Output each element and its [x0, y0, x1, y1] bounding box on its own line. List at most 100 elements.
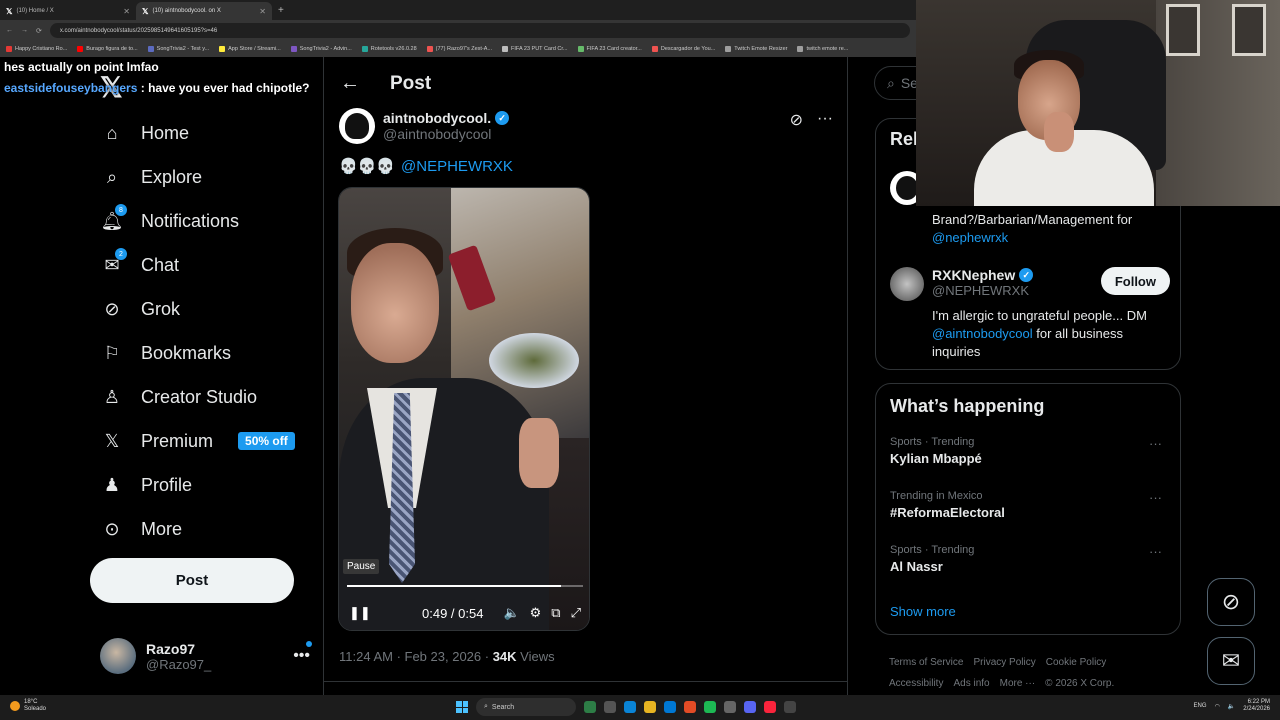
- post-emoji: 💀💀💀: [339, 158, 396, 175]
- bookmark-item[interactable]: Descargador de You...: [651, 46, 715, 52]
- nav-item-premium[interactable]: 𝕏 Premium 50% off: [100, 426, 295, 456]
- clock[interactable]: 6:22 PM 2/24/2026: [1243, 699, 1270, 713]
- show-more-link[interactable]: Show more: [890, 604, 956, 619]
- nav-item-explore[interactable]: ⌕ Explore: [100, 162, 202, 192]
- bookmark-icon: [797, 46, 804, 52]
- trend-item[interactable]: Sports · Trending Kylian Mbappé ···: [890, 436, 1170, 466]
- pause-icon[interactable]: ❚❚: [349, 605, 371, 621]
- trend-item[interactable]: Sports · Trending Al Nassr ···: [890, 544, 1170, 574]
- volume-icon[interactable]: 🔈: [503, 605, 519, 621]
- pip-icon[interactable]: ⧉: [551, 605, 560, 621]
- trend-name: #ReformaElectoral: [890, 505, 1005, 520]
- weather-widget[interactable]: 18°C Soleado: [10, 699, 46, 713]
- footer-link[interactable]: More ···: [1000, 678, 1036, 689]
- author-name[interactable]: aintnobodycool.: [383, 110, 491, 126]
- volume-icon[interactable]: 🔈: [1228, 703, 1235, 710]
- footer-link[interactable]: Terms of Service: [889, 657, 963, 668]
- app-icon[interactable]: [584, 701, 596, 713]
- wifi-icon[interactable]: ◠: [1215, 703, 1220, 710]
- author-handle[interactable]: @aintnobodycool: [383, 126, 509, 142]
- more-dots-icon[interactable]: ···: [1149, 490, 1162, 505]
- footer-link[interactable]: Ads info: [953, 678, 989, 689]
- card-title: Rel: [890, 129, 919, 149]
- bookmark-item[interactable]: SongTrivia2 - Advin...: [290, 46, 352, 52]
- post-author[interactable]: aintnobodycool. ✓ @aintnobodycool: [339, 108, 510, 144]
- mention-link[interactable]: @aintnobodycool: [932, 326, 1033, 341]
- task-view-icon[interactable]: [604, 701, 616, 713]
- obs-icon[interactable]: [724, 701, 736, 713]
- trend-item[interactable]: Trending in Mexico #ReformaElectoral ···: [890, 490, 1170, 520]
- nav-item-grok[interactable]: ⊘ Grok: [100, 294, 180, 324]
- messages-fab-button[interactable]: ✉: [1207, 637, 1255, 685]
- avatar[interactable]: [890, 267, 924, 301]
- footer-link[interactable]: Privacy Policy: [973, 657, 1035, 668]
- grok-icon[interactable]: ⊘: [790, 110, 803, 130]
- chrome-icon[interactable]: [684, 701, 696, 713]
- new-tab-icon[interactable]: +: [272, 5, 290, 16]
- bookmark-item[interactable]: Burago figura de to...: [77, 46, 138, 52]
- post-button[interactable]: Post: [90, 558, 294, 603]
- footer-link[interactable]: Cookie Policy: [1046, 657, 1107, 668]
- nav-item-notifications[interactable]: 🔔︎ 8 Notifications: [100, 204, 239, 236]
- more-dots-icon[interactable]: ···: [1149, 544, 1162, 559]
- folder-icon[interactable]: [644, 701, 656, 713]
- reload-icon[interactable]: ⟳: [36, 27, 42, 35]
- nav-item-profile[interactable]: ♟ Profile: [100, 470, 192, 500]
- video-progress-bar[interactable]: [347, 585, 583, 587]
- spotify-icon[interactable]: [704, 701, 716, 713]
- settings-icon[interactable]: ⚙: [530, 605, 542, 621]
- account-name: Razo97: [146, 640, 196, 657]
- mention-link[interactable]: @nephewrxk: [932, 230, 1008, 245]
- browser-tab-home[interactable]: 𝕏 (10) Home / X ✕: [0, 2, 136, 20]
- relevant-person[interactable]: RXKNephew ✓ @NEPHEWRXK Follow: [890, 267, 1170, 301]
- video-player[interactable]: Pause ❚❚ 0:49 / 0:54 🔈 ⚙ ⧉ ⤢: [338, 187, 590, 631]
- bookmark-icon: [651, 46, 658, 52]
- more-dots-icon[interactable]: ···: [817, 110, 833, 130]
- more-dots-icon[interactable]: •••: [293, 641, 312, 665]
- account-switcher[interactable]: Razo97 @Razo97_ •••: [100, 638, 312, 674]
- fullscreen-icon[interactable]: ⤢: [571, 605, 581, 621]
- bookmark-icon: [502, 46, 509, 52]
- bookmark-item[interactable]: FIFA 23 PUT Card Cr...: [502, 46, 568, 52]
- nav-item-more[interactable]: ⊙ More: [100, 514, 182, 544]
- bookmark-item[interactable]: twitch emote re...: [797, 46, 848, 52]
- footer-link[interactable]: Accessibility: [889, 678, 943, 689]
- trend-name: Al Nassr: [890, 559, 943, 574]
- taskbar-search[interactable]: ⌕ Search: [476, 698, 576, 716]
- forward-icon[interactable]: →: [21, 27, 28, 34]
- bookmark-item[interactable]: FIFA 23 Card creator...: [577, 46, 642, 52]
- follow-button[interactable]: Follow: [1100, 267, 1170, 295]
- bookmark-item[interactable]: Twitch Emote Resizer: [725, 46, 787, 52]
- browser-tab-post[interactable]: 𝕏 (10) aintnobodycool. on X ✕: [136, 2, 272, 20]
- avatar[interactable]: [339, 108, 375, 144]
- close-icon[interactable]: ✕: [259, 7, 266, 16]
- footer-link[interactable]: © 2026 X Corp.: [1045, 678, 1114, 689]
- nav-item-chat[interactable]: ✉ 2 Chat: [100, 248, 179, 280]
- back-icon[interactable]: ←: [6, 27, 13, 34]
- close-icon[interactable]: ✕: [123, 7, 130, 16]
- nav-item-creator-studio[interactable]: ♙ Creator Studio: [100, 382, 257, 412]
- bookmark-item[interactable]: SongTrivia2 - Test y...: [147, 46, 209, 52]
- url-field[interactable]: x.com/aintnobodycool/status/202598514964…: [49, 23, 910, 38]
- bookmark-item[interactable]: App Store / Streami...: [219, 46, 281, 52]
- nav-item-home[interactable]: ⌂ Home: [100, 118, 189, 148]
- more-dots-icon[interactable]: ···: [1149, 436, 1162, 451]
- lang-indicator[interactable]: ENG: [1194, 703, 1207, 709]
- app-icon[interactable]: [784, 701, 796, 713]
- post-timestamp[interactable]: 11:24 AM · Feb 23, 2026 ·: [339, 649, 493, 664]
- person-handle: @NEPHEWRXK: [932, 283, 1029, 298]
- store-icon[interactable]: [664, 701, 676, 713]
- windows-start-icon[interactable]: [456, 701, 468, 713]
- x-icon: 𝕏: [104, 430, 120, 451]
- mention-link[interactable]: @NEPHEWRXK: [401, 158, 513, 175]
- discord-icon[interactable]: [744, 701, 756, 713]
- person-name[interactable]: RXKNephew: [932, 267, 1015, 283]
- nav-item-bookmarks[interactable]: ⚐ Bookmarks: [100, 338, 231, 368]
- music-icon[interactable]: [764, 701, 776, 713]
- edge-icon[interactable]: [624, 701, 636, 713]
- bookmark-item[interactable]: (77) Razo97's Zest-A...: [426, 46, 492, 52]
- bookmark-item[interactable]: Happy Cristiano Ro...: [6, 46, 67, 52]
- grok-fab-button[interactable]: ⊘: [1207, 578, 1255, 626]
- bookmark-item[interactable]: Rotetools v26.0.28: [361, 46, 417, 52]
- back-arrow-icon[interactable]: ←: [340, 72, 360, 95]
